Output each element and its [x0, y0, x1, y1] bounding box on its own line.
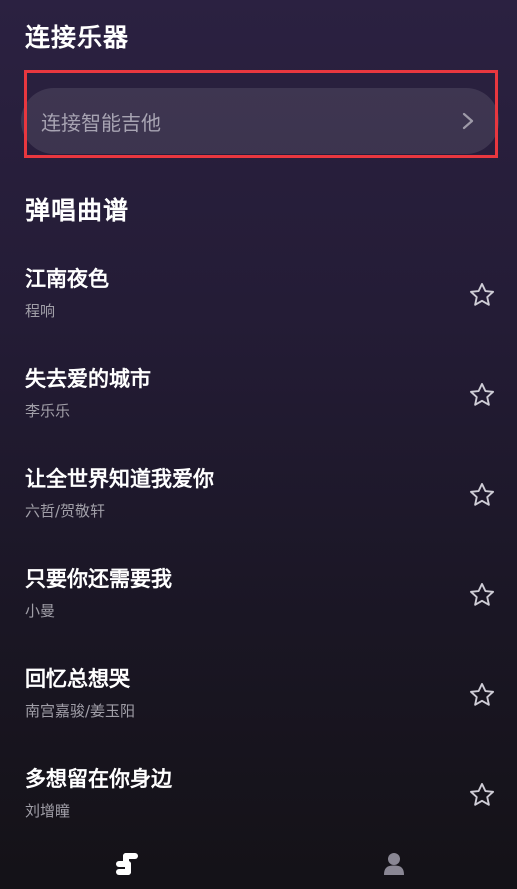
connect-section-title: 连接乐器 [25, 23, 130, 52]
highlight-box [24, 70, 498, 158]
song-row[interactable]: 江南夜色 程响 [0, 245, 517, 345]
song-row[interactable]: 只要你还需要我 小曼 [0, 545, 517, 645]
star-outline-icon[interactable] [468, 681, 496, 709]
star-outline-icon[interactable] [468, 381, 496, 409]
person-icon[interactable] [383, 852, 405, 876]
song-row[interactable]: 失去爱的城市 李乐乐 [0, 345, 517, 445]
bottom-nav [0, 840, 517, 889]
star-outline-icon[interactable] [468, 481, 496, 509]
song-artist: 刘增瞳 [25, 802, 71, 820]
song-artist: 程响 [25, 302, 56, 320]
song-row[interactable]: 多想留在你身边 刘增瞳 [0, 745, 517, 845]
songs-section-title: 弹唱曲谱 [25, 196, 130, 225]
song-title: 让全世界知道我爱你 [25, 467, 214, 491]
song-artist: 南宫嘉骏/姜玉阳 [25, 702, 136, 720]
song-title: 只要你还需要我 [25, 567, 172, 591]
star-outline-icon[interactable] [468, 781, 496, 809]
song-title: 江南夜色 [25, 267, 109, 291]
song-list: 江南夜色 程响 失去爱的城市 李乐乐 让全世界知道我爱你 六哲/贺敬轩 只要你还… [0, 245, 517, 845]
music-home-icon[interactable] [114, 851, 140, 877]
song-row[interactable]: 让全世界知道我爱你 六哲/贺敬轩 [0, 445, 517, 545]
song-row[interactable]: 回忆总想哭 南宫嘉骏/姜玉阳 [0, 645, 517, 745]
star-outline-icon[interactable] [468, 581, 496, 609]
song-artist: 六哲/贺敬轩 [25, 502, 106, 520]
song-title: 失去爱的城市 [25, 367, 151, 391]
song-title: 回忆总想哭 [25, 667, 130, 691]
song-artist: 李乐乐 [25, 402, 71, 420]
song-artist: 小曼 [25, 602, 56, 620]
song-title: 多想留在你身边 [25, 767, 172, 791]
star-outline-icon[interactable] [468, 281, 496, 309]
